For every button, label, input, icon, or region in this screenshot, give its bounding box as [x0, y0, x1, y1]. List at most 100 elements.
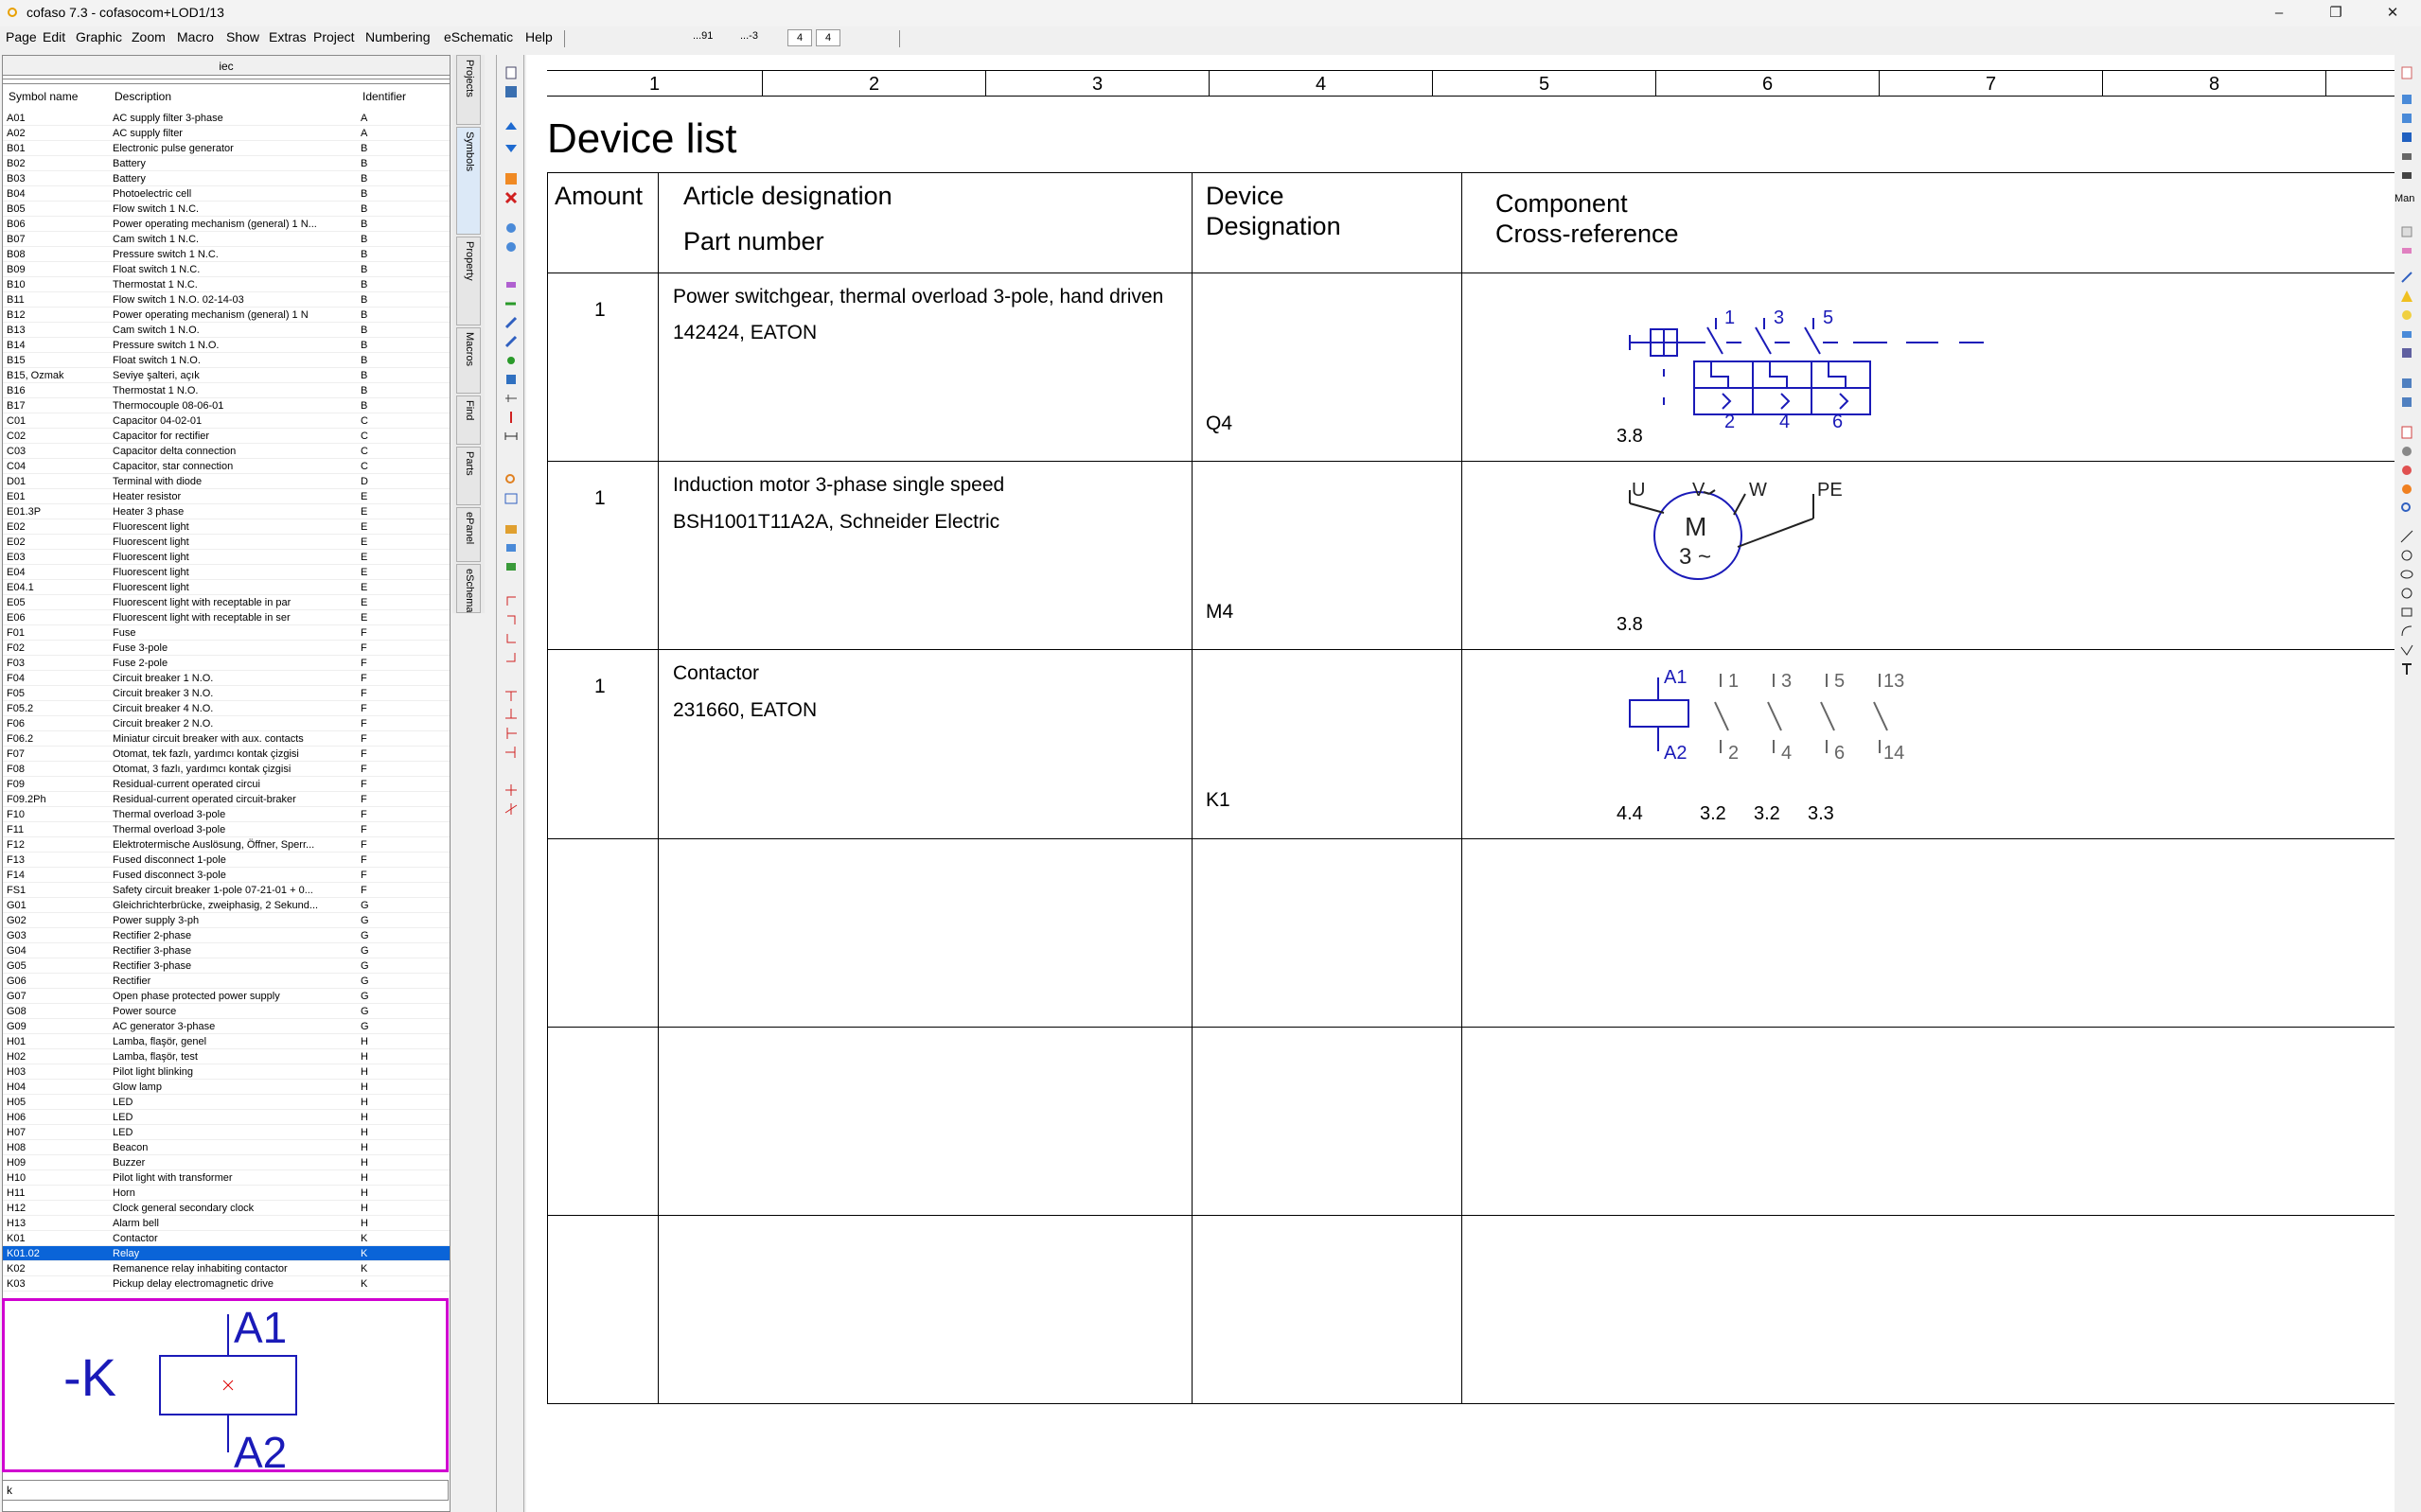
symbol-row[interactable]: G07 Open phase protected power supply G [3, 989, 450, 1004]
export-icon[interactable] [2400, 377, 2413, 390]
pdf-icon[interactable] [2400, 426, 2413, 439]
symbol-row[interactable]: F11 Thermal overload 3-pole F [3, 822, 450, 837]
maximize-button[interactable]: ❐ [2317, 2, 2355, 25]
stamp-icon[interactable] [2400, 327, 2413, 341]
menu-edit[interactable]: Edit [41, 29, 67, 44]
polyline-tool-icon[interactable] [2400, 643, 2413, 657]
list-icon[interactable] [2400, 131, 2413, 144]
symbol-row[interactable]: B16 Thermostat 1 N.O. B [3, 383, 450, 398]
symbol-row[interactable]: G06 Rectifier G [3, 974, 450, 989]
page-icon[interactable] [2400, 66, 2413, 79]
symbol-row[interactable]: B01 Electronic pulse generator B [3, 141, 450, 156]
col-identifier[interactable]: Identifier [362, 90, 406, 103]
symbol-row[interactable]: K01.02 Relay K [3, 1246, 450, 1261]
symbol-row[interactable]: F01 Fuse F [3, 625, 450, 641]
tee-left-icon[interactable] [504, 746, 518, 759]
corner-tr-icon[interactable] [504, 613, 518, 626]
menu-zoom[interactable]: Zoom [130, 29, 168, 44]
eraser-icon[interactable] [2400, 244, 2413, 257]
undo-icon[interactable] [504, 221, 518, 235]
symbol-row[interactable]: B12 Power operating mechanism (general) 1… [3, 308, 450, 323]
circle-tool-icon[interactable] [2400, 549, 2413, 562]
tee-up-icon[interactable] [504, 708, 518, 721]
symbol-row[interactable]: H03 Pilot light blinking H [3, 1064, 450, 1080]
symbol-row[interactable]: F07 Otomat, tek fazlı, yardımcı kontak çi… [3, 747, 450, 762]
printer-icon[interactable] [2400, 168, 2413, 182]
grid-field-1[interactable]: 4 [787, 29, 812, 46]
fire-icon[interactable] [2400, 483, 2413, 496]
close-button[interactable]: ✕ [2374, 2, 2412, 25]
symbol-row[interactable]: H09 Buzzer H [3, 1155, 450, 1170]
symbol-row[interactable]: B15, Ozmak Seviye şalteri, açık B [3, 368, 450, 383]
col-description[interactable]: Description [115, 90, 171, 103]
arrow-down-icon[interactable] [504, 140, 518, 153]
symbol-row[interactable]: F02 Fuse 3-pole F [3, 641, 450, 656]
folder-icon[interactable] [504, 522, 518, 536]
menu-help[interactable]: Help [523, 29, 555, 44]
pencil-icon[interactable] [504, 316, 518, 329]
symbol-row[interactable]: H11 Horn H [3, 1186, 450, 1201]
tab-symbols[interactable]: Symbols [456, 127, 481, 235]
junction-icon[interactable] [504, 802, 518, 816]
symbol-row[interactable]: B15 Float switch 1 N.O. B [3, 353, 450, 368]
symbol-search-input[interactable]: k [2, 1480, 449, 1501]
rss-icon[interactable] [504, 172, 518, 185]
symbol-row[interactable]: F04 Circuit breaker 1 N.O. F [3, 671, 450, 686]
cross-icon[interactable] [504, 783, 518, 797]
symbol-row[interactable]: F05 Circuit breaker 3 N.O. F [3, 686, 450, 701]
import-icon[interactable] [2400, 396, 2413, 409]
link-icon[interactable] [2400, 271, 2413, 284]
symbol-row[interactable]: E01 Heater resistor E [3, 489, 450, 504]
symbol-row[interactable]: B07 Cam switch 1 N.C. B [3, 232, 450, 247]
symbol-row[interactable]: F09 Residual-current operated circui F [3, 777, 450, 792]
symbol-row[interactable]: G08 Power source G [3, 1004, 450, 1019]
symbol-row[interactable]: F08 Otomat, 3 fazlı, yardımcı kontak çizg… [3, 762, 450, 777]
symbol-row[interactable]: E01.3P Heater 3 phase E [3, 504, 450, 519]
symbol-row[interactable]: B17 Thermocouple 08-06-01 B [3, 398, 450, 413]
menu-graphic[interactable]: Graphic [74, 29, 124, 44]
menu-numbering[interactable]: Numbering [363, 29, 432, 44]
menu-macro[interactable]: Macro [175, 29, 216, 44]
tab-epanel[interactable]: ePanel [456, 507, 481, 562]
minimize-button[interactable]: – [2260, 2, 2298, 25]
grid-icon[interactable] [504, 373, 518, 386]
pin-icon[interactable] [504, 411, 518, 424]
symbol-row[interactable]: F05.2 Circuit breaker 4 N.O. F [3, 701, 450, 716]
symbol-row[interactable]: E05 Fluorescent light with receptable in … [3, 595, 450, 610]
arc-tool-icon[interactable] [2400, 624, 2413, 638]
tab-eschematic[interactable]: eSchematic [456, 564, 481, 613]
symbol-row[interactable]: H06 LED H [3, 1110, 450, 1125]
symbol-row[interactable]: B13 Cam switch 1 N.O. B [3, 323, 450, 338]
brush-icon[interactable] [504, 335, 518, 348]
arrow-up-icon[interactable] [504, 121, 518, 134]
tab-property[interactable]: Property [456, 237, 481, 325]
symbol-row[interactable]: G05 Rectifier 3-phase G [3, 958, 450, 974]
symbol-row[interactable]: B02 Battery B [3, 156, 450, 171]
ellipse-tool-icon[interactable] [2400, 568, 2413, 581]
symbol-row[interactable]: B04 Photoelectric cell B [3, 186, 450, 202]
palette-icon[interactable] [2400, 464, 2413, 477]
symbol-row[interactable]: B09 Float switch 1 N.C. B [3, 262, 450, 277]
new-page-icon[interactable] [504, 66, 518, 79]
symbol-row[interactable]: B14 Pressure switch 1 N.O. B [3, 338, 450, 353]
tool-icon[interactable] [2400, 225, 2413, 238]
symbol-row[interactable]: D01 Terminal with diode D [3, 474, 450, 489]
symbol-row[interactable]: G04 Rectifier 3-phase G [3, 943, 450, 958]
redo-icon[interactable] [504, 240, 518, 254]
symbol-row[interactable]: H05 LED H [3, 1095, 450, 1110]
symbol-row[interactable]: E02 Fluorescent light E [3, 535, 450, 550]
symbol-row[interactable]: E04.1 Fluorescent light E [3, 580, 450, 595]
symbol-row[interactable]: H08 Beacon H [3, 1140, 450, 1155]
symbol-row[interactable]: B11 Flow switch 1 N.O. 02-14-03 B [3, 292, 450, 308]
symbol-row[interactable]: H10 Pilot light with transformer H [3, 1170, 450, 1186]
tab-find[interactable]: Find [456, 396, 481, 445]
bulb-icon[interactable] [2400, 308, 2413, 322]
grid-field-2[interactable]: 4 [816, 29, 840, 46]
delete-icon[interactable] [504, 191, 518, 204]
text-tool-icon[interactable] [2400, 662, 2413, 676]
symbol-row[interactable]: K02 Remanence relay inhabiting contactor K [3, 1261, 450, 1276]
save-icon[interactable] [504, 85, 518, 98]
symbol-row[interactable]: E02 Fluorescent light E [3, 519, 450, 535]
symbol-row[interactable]: H01 Lamba, flaşör, genel H [3, 1034, 450, 1049]
copy-icon[interactable] [2400, 346, 2413, 360]
